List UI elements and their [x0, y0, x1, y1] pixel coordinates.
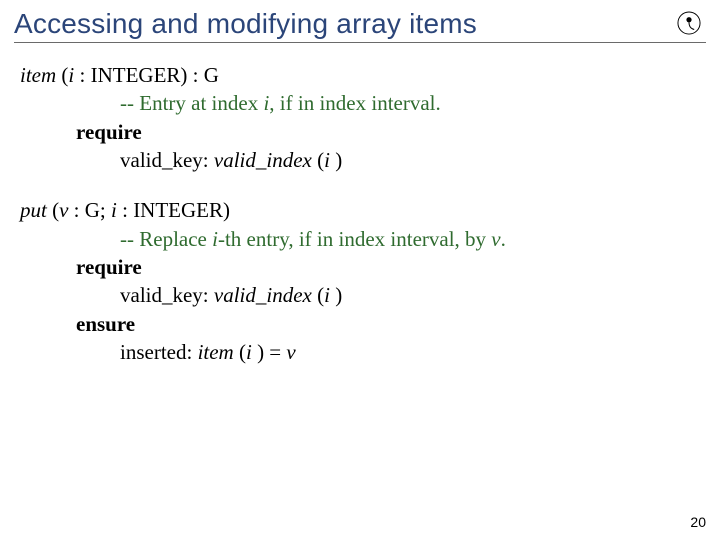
text: )	[335, 283, 342, 307]
feature-name: item	[20, 63, 56, 87]
page-title: Accessing and modifying array items	[14, 8, 706, 40]
item-signature: item (i : INTEGER) : G	[20, 61, 702, 89]
eth-circle-icon	[676, 10, 702, 36]
text: .	[501, 227, 506, 251]
put-ensure-clause: inserted: item (i ) = v	[20, 338, 702, 366]
text: -th entry, if in index interval, by	[218, 227, 491, 251]
param-type: : INTEGER	[80, 63, 181, 87]
text: (	[47, 198, 59, 222]
text: -- Replace	[120, 227, 212, 251]
item-require-clause: valid_key: valid_index (i )	[20, 146, 702, 174]
param-type: : INTEGER	[122, 198, 223, 222]
require-keyword: require	[20, 253, 702, 281]
text: -- Entry at index	[120, 91, 263, 115]
page-number: 20	[690, 514, 706, 530]
param-type: : G	[74, 198, 100, 222]
call-name: valid_index	[214, 148, 312, 172]
text: (	[312, 283, 324, 307]
param-i: i	[68, 63, 79, 87]
var-v: v	[286, 340, 295, 364]
slide-content: item (i : INTEGER) : G -- Entry at index…	[0, 43, 720, 366]
assertion-label: valid_key:	[120, 283, 214, 307]
text: )	[223, 198, 230, 222]
param-i: i	[111, 198, 122, 222]
put-require-clause: valid_key: valid_index (i )	[20, 281, 702, 309]
text: )	[335, 148, 342, 172]
assertion-label: inserted:	[120, 340, 198, 364]
var-v: v	[491, 227, 500, 251]
call-name: valid_index	[214, 283, 312, 307]
text: (	[56, 63, 68, 87]
put-comment: -- Replace i-th entry, if in index inter…	[20, 225, 702, 253]
text: ) =	[257, 340, 286, 364]
var-i: i	[324, 283, 335, 307]
text: (	[312, 148, 324, 172]
ensure-keyword: ensure	[20, 310, 702, 338]
return-type: ) : G	[180, 63, 219, 87]
assertion-label: valid_key:	[120, 148, 214, 172]
text: ;	[100, 198, 111, 222]
text: (	[234, 340, 246, 364]
text: , if in index interval.	[269, 91, 440, 115]
require-keyword: require	[20, 118, 702, 146]
feature-name: put	[20, 198, 47, 222]
var-i: i	[324, 148, 335, 172]
call-name: item	[198, 340, 234, 364]
param-v: v	[59, 198, 74, 222]
put-signature: put (v : G; i : INTEGER)	[20, 196, 702, 224]
item-comment: -- Entry at index i, if in index interva…	[20, 89, 702, 117]
var-i: i	[246, 340, 257, 364]
